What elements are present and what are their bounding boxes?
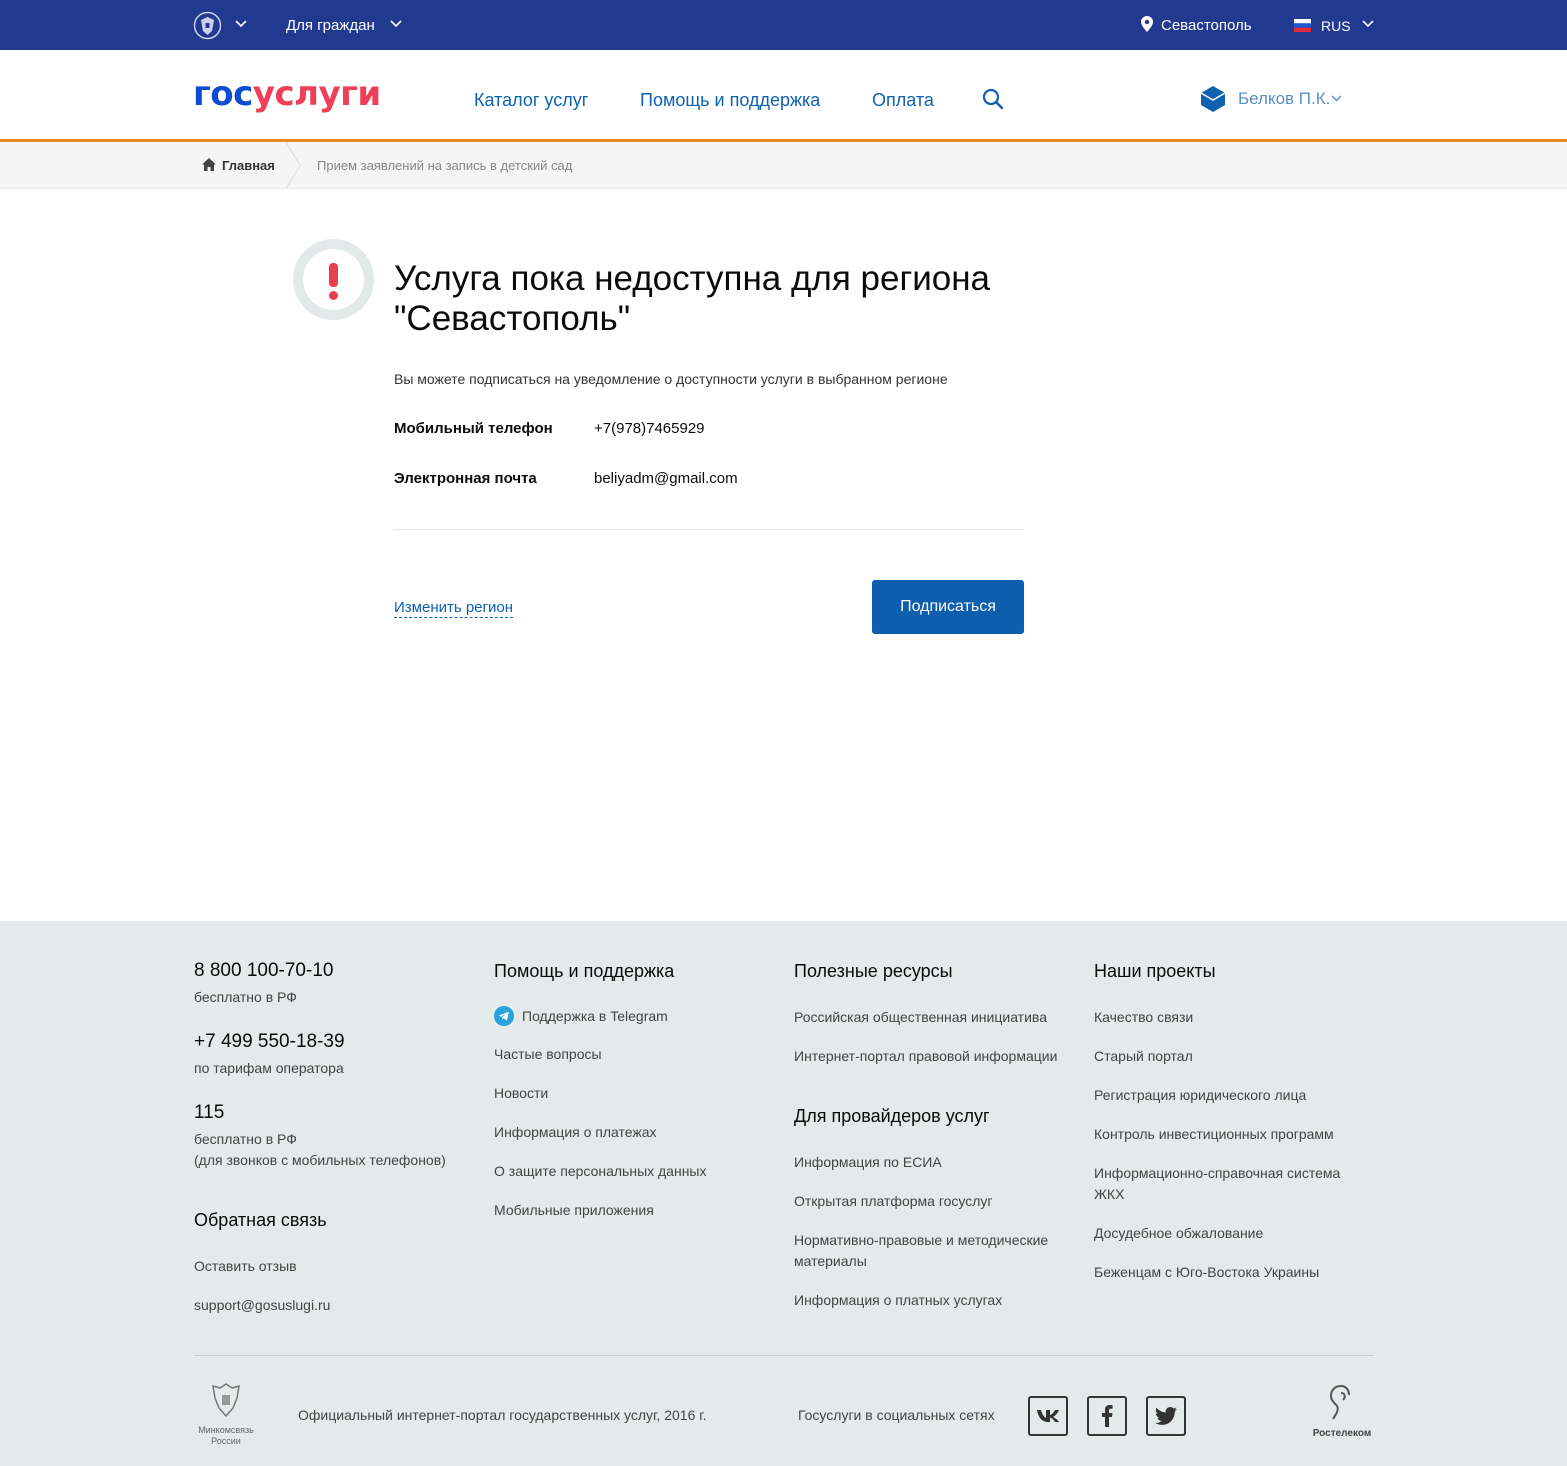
chevron-down-icon[interactable]: [390, 20, 402, 28]
footer-link-support-email[interactable]: support@gosuslugi.ru: [194, 1295, 330, 1316]
footer-link-old-portal[interactable]: Старый портал: [1094, 1046, 1193, 1067]
footer-link-pretrial-appeal[interactable]: Досудебное обжалование: [1094, 1223, 1263, 1244]
footer-phone-2[interactable]: +7 499 550-18-39: [194, 1031, 345, 1053]
facebook-icon[interactable]: [1087, 1396, 1127, 1436]
footer-link-refugees[interactable]: Беженцам с Юго-Востока Украины: [1094, 1262, 1319, 1283]
footer-link-housing-system-cont[interactable]: ЖКХ: [1094, 1184, 1124, 1205]
phone-label: Мобильный телефон: [394, 420, 553, 437]
rostelecom-logo[interactable]: Ростелеком: [1309, 1384, 1375, 1439]
audience-selector[interactable]: Для граждан: [286, 17, 375, 34]
breadcrumb-separator: [286, 142, 301, 189]
footer-social-label: Госуслуги в социальных сетях: [798, 1407, 995, 1423]
chevron-down-icon[interactable]: [235, 20, 247, 28]
footer-copyright: Официальный интернет-портал государствен…: [298, 1407, 707, 1423]
subscribe-button[interactable]: Подписаться: [872, 580, 1024, 634]
ministry-logo[interactable]: Минкомсвязь России: [193, 1380, 259, 1447]
footer-link-paid-services[interactable]: Информация о платных услугах: [794, 1290, 1002, 1311]
page-title: Услуга пока недоступна для региона "Сева…: [394, 259, 1074, 339]
telegram-icon[interactable]: [494, 1006, 514, 1026]
footer-link-investment-control[interactable]: Контроль инвестиционных программ: [1094, 1124, 1334, 1145]
footer-projects-title: Наши проекты: [1094, 961, 1216, 981]
footer-link-esia[interactable]: Информация по ЕСИА: [794, 1152, 942, 1173]
logo-part-uslugi: услуги: [252, 74, 381, 114]
site-header: госуслуги Каталог услуг Помощь и поддерж…: [0, 50, 1567, 142]
city-selector[interactable]: Севастополь: [1161, 17, 1252, 34]
twitter-icon[interactable]: [1146, 1396, 1186, 1436]
footer-link-regulations[interactable]: Нормативно-правовые и методические: [794, 1230, 1048, 1251]
change-region-link[interactable]: Изменить регион: [394, 599, 513, 618]
nav-help[interactable]: Помощь и поддержка: [640, 90, 820, 111]
language-selector[interactable]: RUS: [1321, 18, 1351, 34]
footer-link-open-platform[interactable]: Открытая платформа госуслуг: [794, 1191, 993, 1212]
subscription-hint: Вы можете подписаться на уведомление о д…: [394, 371, 948, 387]
breadcrumb: Главная Прием заявлений на запись в детс…: [0, 142, 1567, 189]
footer-link-mobile-apps[interactable]: Мобильные приложения: [494, 1200, 654, 1221]
footer-link-privacy[interactable]: О защите персональных данных: [494, 1161, 707, 1182]
footer-link-news[interactable]: Новости: [494, 1083, 548, 1104]
footer-link-legal-entity[interactable]: Регистрация юридического лица: [1094, 1085, 1306, 1106]
footer-link-faq[interactable]: Частые вопросы: [494, 1044, 602, 1065]
top-bar: Для граждан Севастополь RUS: [0, 0, 1567, 50]
rostelecom-label: Ростелеком: [1312, 1428, 1372, 1439]
warning-icon: [293, 239, 374, 320]
footer-phone-1[interactable]: 8 800 100-70-10: [194, 960, 333, 982]
ministry-name-line1: Минкомсвязь: [198, 1425, 254, 1435]
breadcrumb-current: Прием заявлений на запись в детский сад: [317, 158, 573, 173]
footer-phone-3[interactable]: 115: [194, 1102, 224, 1124]
phone-value: +7(978)7465929: [594, 420, 705, 437]
vk-icon[interactable]: [1028, 1396, 1068, 1436]
user-name[interactable]: Белков П.К.: [1238, 89, 1330, 109]
nav-payment[interactable]: Оплата: [872, 90, 934, 111]
home-icon[interactable]: [202, 158, 216, 171]
coat-of-arms-icon[interactable]: [193, 11, 222, 40]
user-account-icon[interactable]: [1201, 86, 1225, 112]
footer-phone-1-note: бесплатно в РФ: [194, 989, 297, 1005]
nav-catalog[interactable]: Каталог услуг: [474, 90, 588, 111]
page-title-line1: Услуга пока недоступна для региона: [394, 259, 991, 298]
footer-link-housing-system[interactable]: Информационно-справочная система: [1094, 1163, 1340, 1184]
footer-providers-title: Для провайдеров услуг: [794, 1106, 990, 1126]
logo-part-gos: гос: [193, 74, 253, 114]
search-icon[interactable]: [982, 88, 1004, 110]
footer-resources-title: Полезные ресурсы: [794, 961, 953, 981]
footer-help-title: Помощь и поддержка: [494, 961, 675, 981]
footer-phone-3-note2: (для звонков с мобильных телефонов): [194, 1152, 446, 1168]
rostelecom-icon: [1329, 1384, 1350, 1420]
divider: [394, 529, 1024, 530]
gosuslugi-logo[interactable]: госуслуги: [193, 74, 381, 114]
footer-link-feedback[interactable]: Оставить отзыв: [194, 1256, 297, 1277]
footer-link-legal-portal[interactable]: Интернет-портал правовой информации: [794, 1046, 1057, 1067]
footer-phone-2-note: по тарифам оператора: [194, 1060, 344, 1076]
footer-divider: [194, 1355, 1374, 1356]
breadcrumb-home[interactable]: Главная: [222, 158, 275, 173]
russian-flag-icon[interactable]: [1294, 19, 1311, 32]
footer-feedback-title: Обратная связь: [194, 1210, 327, 1230]
page-title-line2: "Севастополь": [394, 299, 631, 338]
chevron-down-icon[interactable]: [1362, 20, 1374, 28]
footer-link-connection-quality[interactable]: Качество связи: [1094, 1007, 1193, 1028]
footer-phone-3-note: бесплатно в РФ: [194, 1131, 297, 1147]
location-pin-icon[interactable]: [1141, 16, 1153, 32]
email-value: beliyadm@gmail.com: [594, 470, 738, 487]
ministry-name-line2: России: [211, 1436, 241, 1446]
footer-link-telegram[interactable]: Поддержка в Telegram: [522, 1006, 668, 1027]
chevron-down-icon[interactable]: [1331, 95, 1342, 102]
email-label: Электронная почта: [394, 470, 537, 487]
footer-link-roi[interactable]: Российская общественная инициатива: [794, 1007, 1047, 1028]
footer-link-payments-info[interactable]: Информация о платежах: [494, 1122, 657, 1143]
coat-of-arms-icon: [212, 1383, 240, 1418]
footer-link-regulations-cont[interactable]: материалы: [794, 1251, 867, 1272]
